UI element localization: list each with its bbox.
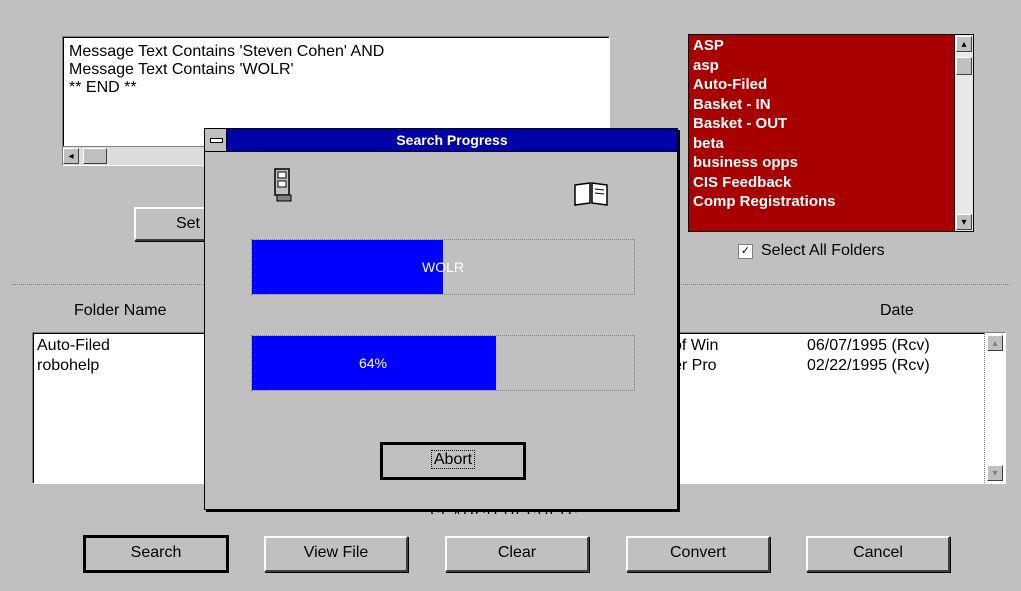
cancel-button[interactable]: Cancel — [806, 536, 950, 572]
scroll-down-icon[interactable]: ▾ — [956, 214, 972, 230]
select-all-label: Select All Folders — [761, 242, 885, 259]
percent-progress: 64% — [251, 335, 635, 391]
scroll-thumb[interactable] — [956, 57, 972, 75]
scroll-thumb[interactable] — [83, 148, 107, 164]
search-progress-dialog: Search Progress WOLR 64% Abort — [204, 128, 678, 510]
folder-item[interactable]: Auto-Filed — [693, 75, 836, 95]
select-all-folders[interactable]: ✓ Select All Folders — [738, 241, 885, 261]
row-date: 06/07/1995 (Rcv) — [807, 337, 930, 354]
convert-button[interactable]: Convert — [626, 536, 770, 572]
scroll-up-icon[interactable]: ▴ — [956, 36, 972, 52]
row-subject: er Pro — [673, 357, 717, 374]
folder-item[interactable]: Basket - IN — [693, 95, 836, 115]
results-vertical-scrollbar[interactable]: ▴ ▾ — [984, 333, 1005, 483]
query-line: Message Text Contains 'WOLR' — [69, 61, 294, 78]
scroll-up-icon[interactable]: ▴ — [987, 335, 1003, 351]
search-button[interactable]: Search — [83, 535, 229, 573]
header-folder-name[interactable]: Folder Name — [74, 302, 166, 320]
file-cabinet-icon — [274, 168, 292, 202]
open-book-icon — [574, 182, 608, 206]
folder-item[interactable]: Basket - OUT — [693, 114, 836, 134]
query-line: ** END ** — [69, 79, 137, 96]
folder-vertical-scrollbar[interactable]: ▴ ▾ — [954, 35, 973, 231]
row-folder: Auto-Filed — [37, 337, 110, 354]
row-date: 02/22/1995 (Rcv) — [807, 357, 930, 374]
folder-item[interactable]: asp — [693, 56, 836, 76]
percent-label: 64% — [358, 355, 388, 371]
folder-item[interactable]: Comp Registrations — [693, 192, 836, 212]
folder-item[interactable]: CIS Feedback — [693, 173, 836, 193]
scroll-down-icon[interactable]: ▾ — [987, 465, 1003, 481]
view-file-button[interactable]: View File — [264, 536, 408, 572]
checkbox-checked-icon[interactable]: ✓ — [738, 243, 753, 259]
system-menu-icon[interactable] — [205, 129, 227, 151]
scroll-left-icon[interactable]: ◂ — [63, 148, 79, 164]
query-lines: Message Text Contains 'Steven Cohen' AND… — [69, 43, 384, 97]
row-subject: of Win — [673, 337, 719, 354]
folder-item[interactable]: business opps — [693, 153, 836, 173]
header-date[interactable]: Date — [880, 302, 914, 320]
clear-button[interactable]: Clear — [445, 536, 589, 572]
folder-listbox[interactable]: ASP asp Auto-Filed Basket - IN Basket - … — [688, 34, 974, 232]
row-folder: robohelp — [37, 357, 100, 374]
dialog-title-bar[interactable]: Search Progress — [205, 129, 677, 152]
query-line: Message Text Contains 'Steven Cohen' AND — [69, 43, 385, 60]
current-item-label: WOLR — [422, 259, 464, 275]
folder-item[interactable]: ASP — [693, 36, 836, 56]
folder-list: ASP asp Auto-Filed Basket - IN Basket - … — [693, 36, 836, 212]
current-item-progress: WOLR — [251, 239, 635, 295]
abort-button[interactable]: Abort — [380, 442, 526, 480]
folder-item[interactable]: beta — [693, 134, 836, 154]
dialog-title: Search Progress — [396, 132, 508, 148]
